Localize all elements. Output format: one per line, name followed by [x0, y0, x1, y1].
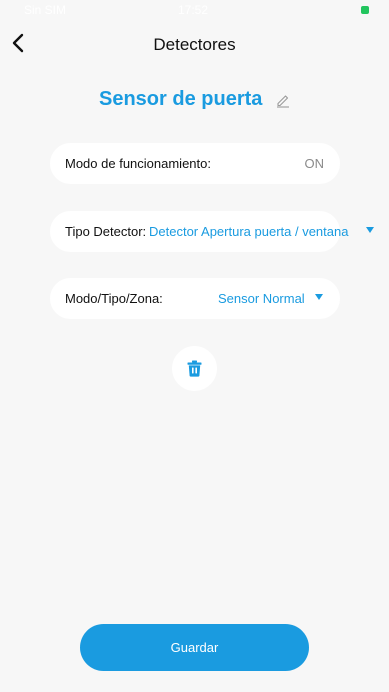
carrier-label: Sin SIM — [24, 3, 67, 17]
caret-down-icon[interactable] — [315, 294, 323, 300]
trash-icon — [187, 360, 202, 377]
battery-icon — [361, 6, 369, 14]
delete-button[interactable] — [172, 346, 217, 391]
detector-type-value[interactable]: Detector Apertura puerta / ventana — [149, 224, 348, 239]
zone-mode-value[interactable]: Sensor Normal — [218, 291, 305, 306]
zone-mode-card[interactable]: Modo/Tipo/Zona: Sensor Normal — [50, 278, 340, 319]
mode-value[interactable]: ON — [305, 156, 325, 171]
status-bar: Sin SIM 17:52 — [0, 0, 389, 20]
navigation-bar: Detectores — [0, 24, 389, 64]
detector-type-card[interactable]: Tipo Detector: Detector Apertura puerta … — [50, 211, 374, 252]
detector-type-label: Tipo Detector: — [65, 224, 147, 239]
device-title-row: Sensor de puerta — [0, 86, 389, 116]
mode-label: Modo de funcionamiento: — [65, 156, 211, 171]
pencil-icon[interactable] — [275, 92, 291, 108]
zone-mode-label: Modo/Tipo/Zona: — [65, 291, 163, 306]
device-name: Sensor de puerta — [99, 88, 263, 110]
caret-down-icon[interactable] — [366, 227, 374, 233]
page-title: Detectores — [153, 35, 236, 54]
mode-setting-card[interactable]: Modo de funcionamiento: ON — [50, 143, 340, 184]
save-button[interactable]: Guardar — [80, 624, 309, 671]
status-time: 17:52 — [178, 3, 209, 17]
